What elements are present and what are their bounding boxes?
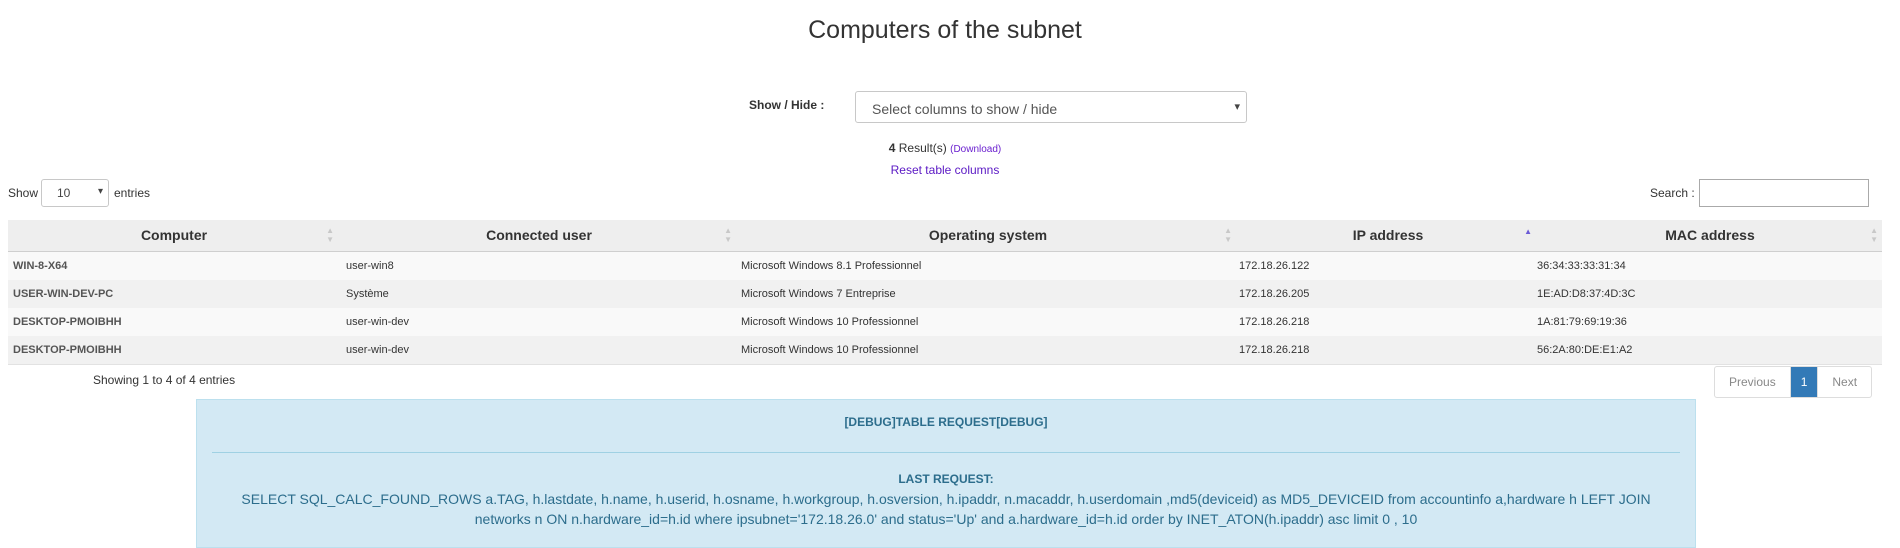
- cell-connected-user: Système: [346, 288, 389, 300]
- debug-sql-query: SELECT SQL_CALC_FOUND_ROWS a.TAG, h.last…: [241, 491, 1651, 527]
- column-header-label: MAC address: [1665, 227, 1755, 243]
- reset-columns-link: Reset table columns: [0, 163, 1890, 177]
- reset-columns-link-text[interactable]: Reset table columns: [891, 163, 1000, 177]
- cell-operating-system: Microsoft Windows 10 Professionnel: [741, 316, 919, 328]
- column-header-computer[interactable]: Computer ▲ ▼: [8, 220, 340, 251]
- cell-mac-address: 36:34:33:33:31:34: [1537, 260, 1626, 272]
- column-header-operating-system[interactable]: Operating system ▲ ▼: [738, 220, 1238, 251]
- results-label: Result(s): [898, 141, 947, 155]
- column-header-label: Computer: [140, 227, 208, 243]
- show-hide-label: Show / Hide :: [749, 98, 825, 112]
- column-header-connected-user[interactable]: Connected user ▲ ▼: [340, 220, 738, 251]
- page-title: Computers of the subnet: [808, 16, 1082, 44]
- sort-both-icon: ▲ ▼: [326, 226, 334, 244]
- sort-both-icon: ▲ ▼: [1224, 226, 1232, 244]
- debug-divider: [212, 452, 1680, 453]
- cell-operating-system: Microsoft Windows 7 Entreprise: [741, 288, 896, 300]
- results-count: 4: [888, 141, 896, 155]
- next-page-button[interactable]: Next: [1818, 367, 1871, 397]
- sort-both-icon: ▲ ▼: [724, 226, 732, 244]
- table-row: DESKTOP-PMOIBHH user-win-dev Microsoft W…: [8, 336, 1882, 365]
- column-header-label: IP address: [1352, 227, 1424, 243]
- length-entries-label: entries: [114, 186, 151, 200]
- entries-length-select[interactable]: 10 ▾: [41, 179, 109, 207]
- sort-both-icon: ▲ ▼: [1870, 226, 1878, 244]
- caret-down-icon: ▾: [97, 186, 103, 197]
- debug-title: [DEBUG]TABLE REQUEST[DEBUG]: [844, 415, 1048, 429]
- entries-length-value: 10: [57, 186, 71, 200]
- cell-mac-address: 1E:AD:D8:37:4D:3C: [1537, 288, 1636, 300]
- debug-panel: [DEBUG]TABLE REQUEST[DEBUG] LAST REQUEST…: [196, 399, 1696, 548]
- caret-down-icon: ▾: [1234, 101, 1240, 113]
- cell-operating-system: Microsoft Windows 10 Professionnel: [741, 344, 919, 356]
- table-row: USER-WIN-DEV-PC Système Microsoft Window…: [8, 280, 1882, 309]
- cell-connected-user: user-win8: [346, 260, 394, 272]
- debug-last-request-label: LAST REQUEST:: [898, 472, 994, 486]
- column-header-mac-address[interactable]: MAC address ▲ ▼: [1538, 220, 1882, 251]
- cell-ip-address: 172.18.26.205: [1239, 288, 1310, 300]
- previous-page-button[interactable]: Previous: [1715, 367, 1791, 397]
- cell-connected-user: user-win-dev: [346, 344, 409, 356]
- cell-ip-address: 172.18.26.218: [1239, 316, 1310, 328]
- table-info: Showing 1 to 4 of 4 entries: [93, 373, 236, 387]
- results-summary: 4 Result(s) (Download): [0, 141, 1890, 155]
- cell-computer: USER-WIN-DEV-PC: [13, 288, 114, 300]
- columns-select[interactable]: Select columns to show / hide ▾: [855, 91, 1247, 123]
- search-label: Search :: [1650, 186, 1695, 200]
- cell-connected-user: user-win-dev: [346, 316, 409, 328]
- length-show-label: Show: [8, 186, 39, 200]
- cell-mac-address: 1A:81:79:69:19:36: [1537, 316, 1627, 328]
- column-header-label: Connected user: [486, 227, 592, 243]
- sort-asc-icon: ▲: [1524, 227, 1532, 236]
- page-1-button[interactable]: 1: [1790, 367, 1819, 397]
- search-input[interactable]: [1699, 179, 1869, 207]
- columns-select-placeholder: Select columns to show / hide: [872, 101, 1058, 117]
- cell-operating-system: Microsoft Windows 8.1 Professionnel: [741, 260, 922, 272]
- cell-mac-address: 56:2A:80:DE:E1:A2: [1537, 344, 1633, 356]
- cell-ip-address: 172.18.26.218: [1239, 344, 1310, 356]
- pagination: Previous 1 Next: [1714, 366, 1873, 398]
- download-link[interactable]: (Download): [950, 144, 1001, 155]
- column-header-label: Operating system: [928, 227, 1048, 243]
- cell-computer: DESKTOP-PMOIBHH: [13, 316, 122, 328]
- column-header-ip-address[interactable]: IP address ▲: [1238, 220, 1538, 251]
- cell-computer: DESKTOP-PMOIBHH: [13, 344, 122, 356]
- table-row: WIN-8-X64 user-win8 Microsoft Windows 8.…: [8, 252, 1882, 281]
- table-row: DESKTOP-PMOIBHH user-win-dev Microsoft W…: [8, 308, 1882, 337]
- table-header: Computer ▲ ▼ Connected user ▲ ▼ Operating …: [8, 220, 1882, 252]
- cell-ip-address: 172.18.26.122: [1239, 260, 1310, 272]
- cell-computer: WIN-8-X64: [13, 260, 68, 272]
